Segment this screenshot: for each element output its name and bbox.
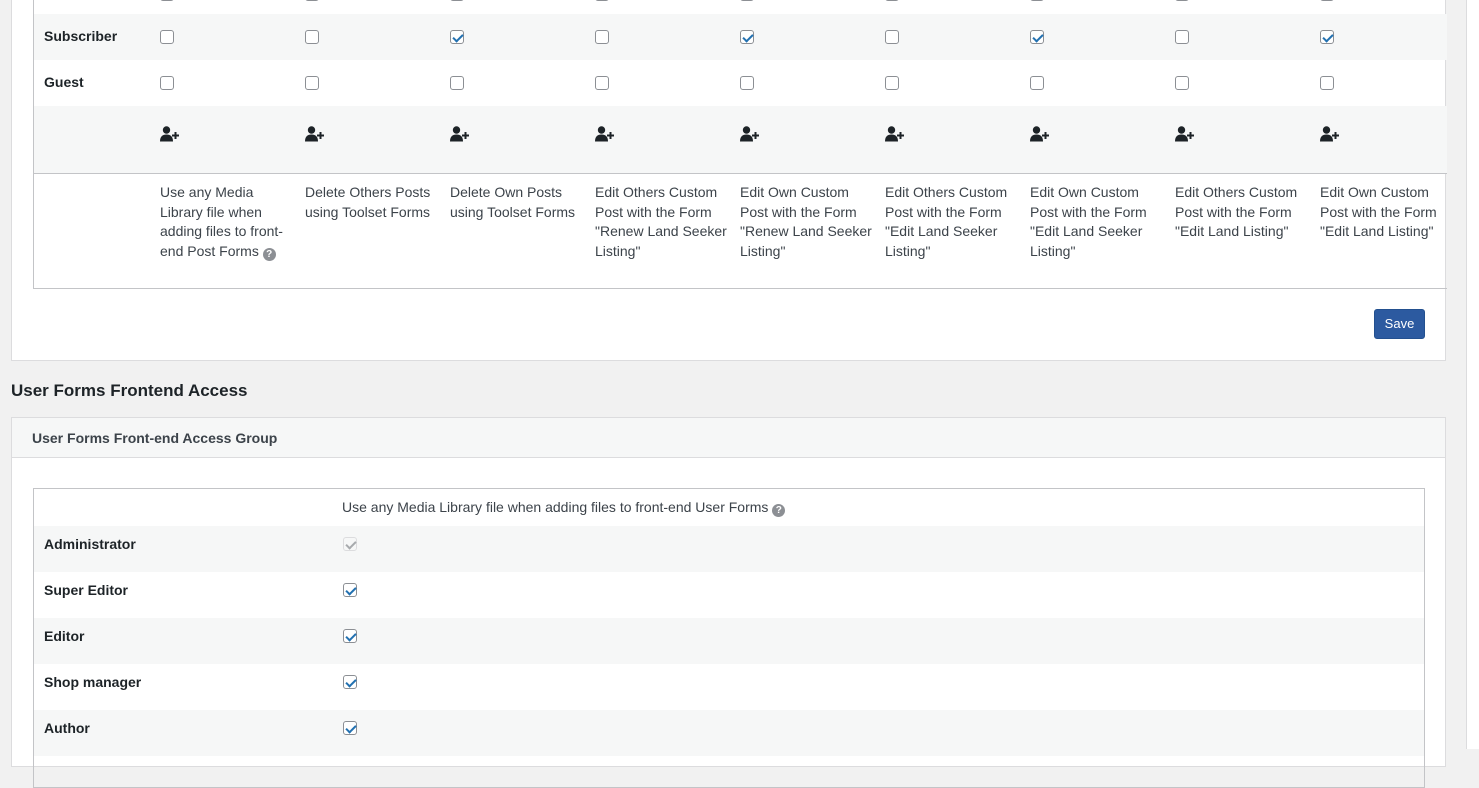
permission-checkbox[interactable] (1320, 76, 1334, 90)
permission-checkbox[interactable] (305, 0, 319, 1)
group-title: User Forms Front-end Access Group (32, 430, 278, 446)
section-title: User Forms Frontend Access (11, 381, 248, 400)
permission-checkbox[interactable] (1175, 0, 1189, 1)
user-plus-icon[interactable] (1175, 126, 1195, 142)
table-row: Subscriber (34, 14, 1447, 60)
role-label: Super Editor (44, 582, 129, 598)
user-plus-icon[interactable] (1320, 126, 1340, 142)
permission-checkbox[interactable] (450, 76, 464, 90)
column-description-text: Delete Own Posts using Toolset Forms (450, 184, 576, 220)
column-header: Use any Media Library file when adding f… (342, 499, 786, 517)
role-label: Author (44, 720, 90, 736)
help-icon[interactable]: ? (262, 247, 276, 261)
table-row: Guest (34, 60, 1447, 106)
permission-checkbox[interactable] (595, 76, 609, 90)
role-label: Guest (44, 74, 84, 90)
column-description-text: Edit Own Custom Post with the Form "Edit… (1030, 184, 1147, 259)
column-description: Edit Own Custom Post with the Form "Rene… (740, 183, 875, 261)
user-plus-icon[interactable] (450, 126, 470, 142)
permission-checkbox[interactable] (1030, 0, 1044, 1)
column-description-text: Use any Media Library file when adding f… (160, 184, 283, 259)
user-plus-icon[interactable] (740, 126, 760, 142)
column-description-text: Edit Own Custom Post with the Form "Rene… (740, 184, 872, 259)
user-forms-access-panel: User Forms Front-end Access Group Use an… (11, 417, 1446, 788)
permission-checkbox[interactable] (305, 30, 319, 44)
permission-checkbox[interactable] (595, 30, 609, 44)
role-label: Administrator (44, 536, 136, 552)
user-plus-icon[interactable] (885, 126, 905, 142)
permission-checkbox[interactable] (343, 675, 357, 689)
permission-checkbox[interactable] (1320, 30, 1334, 44)
user-plus-icon[interactable] (160, 126, 180, 142)
role-label: Subscriber (44, 28, 118, 44)
table-row: Editor (34, 618, 1424, 664)
table-row: Administrator (34, 526, 1424, 572)
permission-checkbox[interactable] (740, 76, 754, 90)
column-description: Edit Own Custom Post with the Form "Edit… (1320, 183, 1447, 242)
column-description: Use any Media Library file when adding f… (160, 183, 295, 261)
permission-checkbox[interactable] (740, 0, 754, 1)
permission-checkbox[interactable] (1030, 76, 1044, 90)
permission-checkbox[interactable] (343, 629, 357, 643)
permission-checkbox[interactable] (343, 583, 357, 597)
table-row: Author (34, 710, 1424, 756)
permission-checkbox[interactable] (343, 721, 357, 735)
column-description-text: Edit Own Custom Post with the Form "Edit… (1320, 184, 1437, 240)
permission-checkbox[interactable] (885, 30, 899, 44)
user-plus-icon[interactable] (1030, 126, 1050, 142)
permission-checkbox[interactable] (160, 76, 174, 90)
column-description: Edit Others Custom Post with the Form "R… (595, 183, 730, 261)
permission-checkbox[interactable] (885, 76, 899, 90)
column-description: Edit Others Custom Post with the Form "E… (885, 183, 1020, 261)
permission-checkbox[interactable] (160, 30, 174, 44)
column-description: Edit Own Custom Post with the Form "Edit… (1030, 183, 1165, 261)
column-description-text: Edit Others Custom Post with the Form "E… (1175, 184, 1298, 240)
permission-checkbox[interactable] (160, 0, 174, 1)
post-forms-access-panel: Landseeker Subscriber Guest Use any Media L… (11, 0, 1447, 361)
user-plus-icon[interactable] (305, 126, 325, 142)
help-icon[interactable]: ? (772, 504, 786, 517)
column-description: Delete Others Posts using Toolset Forms (305, 183, 440, 222)
icon-row (34, 106, 1447, 173)
page-scrollbar[interactable] (1466, 0, 1479, 749)
permission-checkbox[interactable] (1175, 76, 1189, 90)
group-header: User Forms Front-end Access Group (12, 418, 1445, 458)
save-button[interactable]: Save (1374, 309, 1425, 339)
permission-checkbox[interactable] (595, 0, 609, 1)
permission-checkbox[interactable] (885, 0, 899, 1)
table-header: Use any Media Library file when adding f… (34, 489, 1424, 527)
table-row: Shop manager (34, 664, 1424, 710)
permission-checkbox[interactable] (1175, 30, 1189, 44)
post-forms-permissions-table: Landseeker Subscriber Guest Use any Media L… (33, 0, 1447, 289)
table-row: Super Editor (34, 572, 1424, 618)
column-description-text: Delete Others Posts using Toolset Forms (305, 184, 431, 220)
permission-checkbox[interactable] (305, 76, 319, 90)
table-row: Landseeker (34, 0, 1447, 14)
permission-checkbox[interactable] (1030, 30, 1044, 44)
permission-checkbox[interactable] (450, 0, 464, 1)
permission-checkbox[interactable] (1320, 0, 1334, 1)
column-description: Delete Own Posts using Toolset Forms (450, 183, 585, 222)
permission-checkbox[interactable] (450, 30, 464, 44)
column-description-text: Edit Others Custom Post with the Form "E… (885, 184, 1008, 259)
permission-checkbox[interactable] (740, 30, 754, 44)
permission-checkbox (343, 537, 357, 551)
role-label: Landseeker (44, 0, 122, 3)
table-header-divider (34, 173, 1447, 174)
column-description: Edit Others Custom Post with the Form "E… (1175, 183, 1310, 242)
user-plus-icon[interactable] (595, 126, 615, 142)
role-label: Shop manager (44, 674, 142, 690)
column-description-text: Edit Others Custom Post with the Form "R… (595, 184, 727, 259)
role-label: Editor (44, 628, 85, 644)
user-forms-permissions-table: Use any Media Library file when adding f… (33, 488, 1425, 788)
column-header-label: Use any Media Library file when adding f… (342, 499, 769, 515)
